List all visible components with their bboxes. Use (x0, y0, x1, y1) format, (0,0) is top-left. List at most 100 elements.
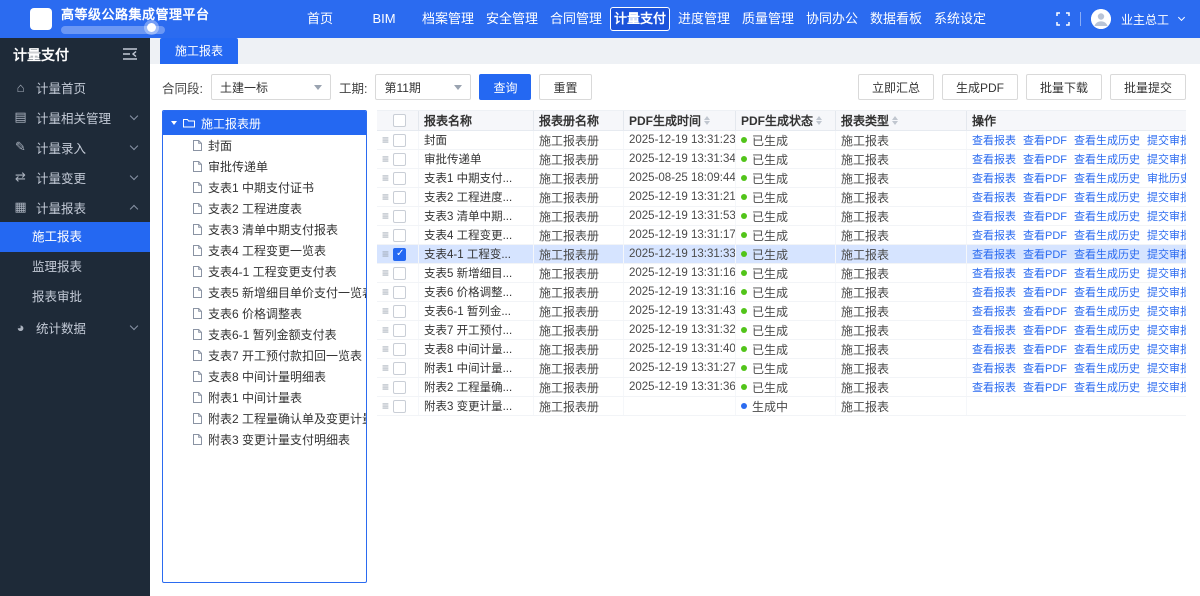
row-action-1[interactable]: 查看报表 (972, 189, 1016, 205)
row-checkbox[interactable] (393, 190, 407, 204)
row-action-1[interactable]: 查看报表 (972, 341, 1016, 357)
nav-item-4[interactable]: 安全管理 (480, 0, 544, 38)
drag-handle-icon[interactable]: ≡ (382, 134, 389, 146)
drag-handle-icon[interactable]: ≡ (382, 381, 389, 393)
row-action-3[interactable]: 查看生成历史 (1074, 208, 1140, 224)
search-button[interactable]: 查询 (479, 74, 532, 100)
row-action-3[interactable]: 查看生成历史 (1074, 170, 1140, 186)
row-action-1[interactable]: 查看报表 (972, 265, 1016, 281)
row-action-4[interactable]: 提交审批 (1147, 132, 1186, 148)
row-action-4[interactable]: 提交审批 (1147, 360, 1186, 376)
row-checkbox[interactable] (393, 171, 407, 185)
row-action-4[interactable]: 提交审批 (1147, 227, 1186, 243)
drag-handle-icon[interactable]: ≡ (382, 343, 389, 355)
drag-handle-icon[interactable]: ≡ (382, 248, 389, 260)
nav-item-9[interactable]: 协同办公 (800, 0, 864, 38)
avatar[interactable] (1090, 9, 1111, 29)
row-action-2[interactable]: 查看PDF (1023, 208, 1067, 224)
nav-item-6[interactable]: 计量支付 (610, 7, 670, 31)
drag-handle-icon[interactable]: ≡ (382, 324, 389, 336)
row-checkbox[interactable] (393, 285, 407, 299)
nav-item-5[interactable]: 合同管理 (544, 0, 608, 38)
drag-handle-icon[interactable]: ≡ (382, 191, 389, 203)
row-action-3[interactable]: 查看生成历史 (1074, 379, 1140, 395)
tree-item-13[interactable]: 附表1 中间计量表 (163, 387, 366, 408)
row-action-3[interactable]: 查看生成历史 (1074, 341, 1140, 357)
row-action-4[interactable]: 提交审批 (1147, 284, 1186, 300)
row-checkbox[interactable] (393, 342, 407, 356)
row-action-3[interactable]: 查看生成历史 (1074, 360, 1140, 376)
sort-icon[interactable] (816, 116, 823, 125)
sidebar-item-3[interactable]: ✎ 计量录入 (0, 132, 150, 162)
drag-handle-icon[interactable]: ≡ (382, 229, 389, 241)
nav-item-8[interactable]: 质量管理 (736, 0, 800, 38)
row-action-2[interactable]: 查看PDF (1023, 360, 1067, 376)
row-action-1[interactable]: 查看报表 (972, 132, 1016, 148)
row-action-2[interactable]: 查看PDF (1023, 341, 1067, 357)
row-action-3[interactable]: 查看生成历史 (1074, 322, 1140, 338)
period-select[interactable]: 第11期 (375, 74, 472, 100)
row-action-3[interactable]: 查看生成历史 (1074, 132, 1140, 148)
drag-handle-icon[interactable]: ≡ (382, 400, 389, 412)
nav-item-11[interactable]: 系统设定 (928, 0, 992, 38)
row-checkbox[interactable] (393, 152, 407, 166)
row-action-3[interactable]: 查看生成历史 (1074, 189, 1140, 205)
nav-item-7[interactable]: 进度管理 (672, 0, 736, 38)
sidebar-item-6[interactable]: ◕ 统计数据 (0, 312, 150, 342)
contract-select[interactable]: 土建一标 (210, 74, 331, 100)
tree-item-10[interactable]: 支表6-1 暂列金额支付表 (163, 324, 366, 345)
row-action-3[interactable]: 查看生成历史 (1074, 227, 1140, 243)
nav-item-1[interactable]: 首页 (288, 0, 352, 38)
row-action-4[interactable]: 提交审批 (1147, 208, 1186, 224)
tree-item-3[interactable]: 支表1 中期支付证书 (163, 177, 366, 198)
row-action-2[interactable]: 查看PDF (1023, 303, 1067, 319)
row-action-1[interactable]: 查看报表 (972, 227, 1016, 243)
fullscreen-icon[interactable] (1056, 12, 1070, 26)
row-action-3[interactable]: 查看生成历史 (1074, 246, 1140, 262)
tree-item-7[interactable]: 支表4-1 工程变更支付表 (163, 261, 366, 282)
sidebar-item-1[interactable]: ⌂ 计量首页 (0, 72, 150, 102)
tree-item-11[interactable]: 支表7 开工预付款扣回一览表 (163, 345, 366, 366)
row-checkbox[interactable] (393, 247, 407, 261)
nav-item-2[interactable]: BIM (352, 0, 416, 38)
row-action-4[interactable]: 提交审批 (1147, 265, 1186, 281)
row-action-4[interactable]: 提交审批 (1147, 189, 1186, 205)
tree-item-6[interactable]: 支表4 工程变更一览表 (163, 240, 366, 261)
tree-item-4[interactable]: 支表2 工程进度表 (163, 198, 366, 219)
row-action-1[interactable]: 查看报表 (972, 170, 1016, 186)
row-checkbox[interactable] (393, 361, 407, 375)
batch-button-1[interactable]: 立即汇总 (857, 74, 934, 100)
row-action-4[interactable]: 提交审批 (1147, 303, 1186, 319)
row-checkbox[interactable] (393, 209, 407, 223)
row-action-2[interactable]: 查看PDF (1023, 132, 1067, 148)
row-action-4[interactable]: 提交审批 (1147, 341, 1186, 357)
row-action-2[interactable]: 查看PDF (1023, 227, 1067, 243)
row-action-4[interactable]: 提交审批 (1147, 246, 1186, 262)
row-action-4[interactable]: 提交审批 (1147, 379, 1186, 395)
drag-handle-icon[interactable]: ≡ (382, 172, 389, 184)
row-action-1[interactable]: 查看报表 (972, 360, 1016, 376)
drag-handle-icon[interactable]: ≡ (382, 153, 389, 165)
tree-root-node[interactable]: 施工报表册 (163, 111, 366, 135)
row-action-2[interactable]: 查看PDF (1023, 284, 1067, 300)
sidebar-subitem-1[interactable]: 施工报表 (0, 222, 150, 252)
tab-construction-report[interactable]: 施工报表 (160, 38, 239, 64)
nav-item-3[interactable]: 档案管理 (416, 0, 480, 38)
row-action-2[interactable]: 查看PDF (1023, 379, 1067, 395)
drag-handle-icon[interactable]: ≡ (382, 210, 389, 222)
user-name[interactable]: 业主总工 (1121, 11, 1169, 28)
sidebar-subitem-3[interactable]: 报表审批 (0, 282, 150, 312)
nav-item-10[interactable]: 数据看板 (864, 0, 928, 38)
row-action-4[interactable]: 审批历史 (1147, 170, 1186, 186)
row-action-1[interactable]: 查看报表 (972, 379, 1016, 395)
tree-item-1[interactable]: 封面 (163, 135, 366, 156)
tree-item-15[interactable]: 附表3 变更计量支付明细表 (163, 429, 366, 450)
row-checkbox[interactable] (393, 380, 407, 394)
tree-item-12[interactable]: 支表8 中间计量明细表 (163, 366, 366, 387)
tree-item-5[interactable]: 支表3 清单中期支付报表 (163, 219, 366, 240)
row-checkbox[interactable] (393, 266, 407, 280)
header-checkbox[interactable] (393, 114, 407, 127)
row-checkbox[interactable] (393, 323, 407, 337)
row-action-1[interactable]: 查看报表 (972, 284, 1016, 300)
row-action-3[interactable]: 查看生成历史 (1074, 265, 1140, 281)
